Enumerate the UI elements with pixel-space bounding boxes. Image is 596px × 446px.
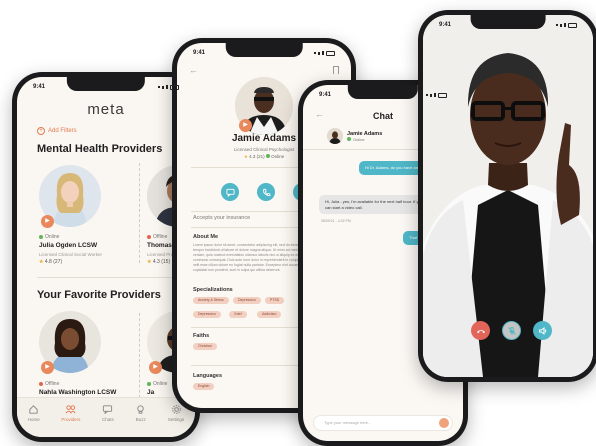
providers-screen: 9:41 meta + Add Filters Mental Health Pr…: [17, 77, 195, 437]
bulb-icon: [137, 405, 145, 414]
specialization-chip: PTSD: [265, 297, 285, 304]
notch: [347, 85, 419, 99]
language-chip: English: [193, 383, 215, 390]
status-time: 9:41: [319, 92, 332, 98]
tab-settings[interactable]: Settings: [168, 404, 184, 437]
tab-home[interactable]: Home: [28, 404, 40, 437]
signal-icon: [158, 84, 179, 90]
provider-name[interactable]: Julia Ogden LCSW: [39, 242, 97, 249]
message-input[interactable]: Type your message here...: [313, 415, 453, 431]
favorite-name[interactable]: Nahla Washington LCSW: [39, 389, 116, 396]
phone-video-call: 9:41: [418, 10, 596, 382]
provider-title: Licensed Clinical Social Worker: [39, 252, 102, 257]
mute-button[interactable]: [502, 321, 521, 340]
about-label: About Me: [193, 234, 219, 240]
tab-chats[interactable]: Chats: [102, 404, 114, 437]
favorite-name[interactable]: Ja: [147, 389, 154, 396]
insurance-note: Accepts your insurance: [193, 215, 251, 221]
notch: [66, 77, 146, 91]
hang-up-icon: [476, 329, 485, 333]
gear-icon: [171, 405, 181, 414]
end-call-button[interactable]: [471, 321, 490, 340]
play-intro-button[interactable]: ▶: [149, 361, 162, 374]
specialization-chip: Depression: [233, 297, 261, 304]
card-divider: [139, 163, 140, 263]
notch: [470, 15, 546, 29]
tab-providers[interactable]: Providers: [61, 404, 80, 437]
section-title-mental-health: Mental Health Providers: [37, 143, 163, 155]
battery-icon: [438, 92, 447, 98]
message-button[interactable]: [221, 183, 239, 201]
star-icon: ★: [243, 154, 248, 159]
video-call-screen: 9:41: [423, 15, 593, 377]
faith-chip: Christian: [193, 343, 217, 350]
specialization-chip: Addiction: [257, 311, 282, 318]
chat-user-status: Online: [347, 137, 382, 142]
send-button[interactable]: [439, 418, 449, 428]
plus-icon: +: [37, 127, 45, 135]
bookmark-icon[interactable]: [333, 66, 339, 74]
brand-logo: meta: [87, 101, 125, 118]
status-time: 9:41: [193, 50, 206, 56]
status-offline: Offline: [39, 381, 59, 387]
specialization-chip: Grief: [229, 311, 247, 318]
home-icon: [29, 405, 38, 414]
signal-icon: [426, 92, 447, 98]
call-button[interactable]: [257, 183, 275, 201]
add-filters-label: Add Filters: [48, 128, 77, 134]
speaker-icon: [538, 326, 546, 335]
notch: [225, 43, 303, 57]
about-text: Lorem ipsum dolor sit amet, consectetur …: [193, 243, 304, 272]
status-online: Online: [147, 381, 167, 387]
specialization-chip: Anxiety & Stress: [193, 297, 229, 304]
chat-avatar: [327, 128, 343, 144]
provider-title: Licensed Pro: [147, 252, 174, 257]
provider-rating: ★ 4.3 (15): [147, 259, 171, 265]
section-divider: [37, 277, 181, 278]
play-intro-button[interactable]: ▶: [239, 119, 252, 132]
star-icon: ★: [147, 259, 152, 265]
status-time: 9:41: [33, 84, 46, 90]
status-offline: Offline: [147, 234, 167, 240]
chat-icon: [225, 188, 235, 197]
speaker-button[interactable]: [533, 321, 552, 340]
status-online: Online: [39, 234, 59, 240]
chat-header-user[interactable]: Jamie Adams Online: [327, 128, 382, 144]
battery-icon: [170, 84, 179, 90]
signal-icon: [556, 22, 577, 28]
battery-icon: [326, 50, 335, 56]
languages-label: Languages: [193, 373, 223, 379]
provider-rating: ★ 4.8 (27): [39, 259, 63, 265]
battery-icon: [568, 22, 577, 28]
card-divider: [139, 313, 140, 403]
phone-icon: [262, 188, 270, 196]
providers-icon: [65, 405, 76, 414]
add-filters-button[interactable]: + Add Filters: [37, 127, 77, 135]
specialization-chip: Depression: [193, 311, 221, 318]
play-intro-button[interactable]: ▶: [41, 215, 54, 228]
mic-off-icon: [507, 326, 516, 335]
status-time: 9:41: [439, 22, 452, 28]
signal-icon: [314, 50, 335, 56]
specializations-label: Specializations: [193, 287, 233, 293]
section-title-favorites: Your Favorite Providers: [37, 289, 161, 301]
message-timestamp: 08/09/21 - 4:32 PM: [321, 219, 351, 223]
faiths-label: Faiths: [193, 333, 210, 339]
tab-buzz[interactable]: Buzz: [135, 404, 146, 437]
play-intro-button[interactable]: ▶: [41, 361, 54, 374]
chat-icon: [103, 405, 113, 414]
star-icon: ★: [39, 259, 44, 265]
back-arrow-icon[interactable]: ←: [189, 65, 198, 75]
bottom-tab-bar: Home Providers Chats Buzz Settings: [17, 397, 195, 437]
